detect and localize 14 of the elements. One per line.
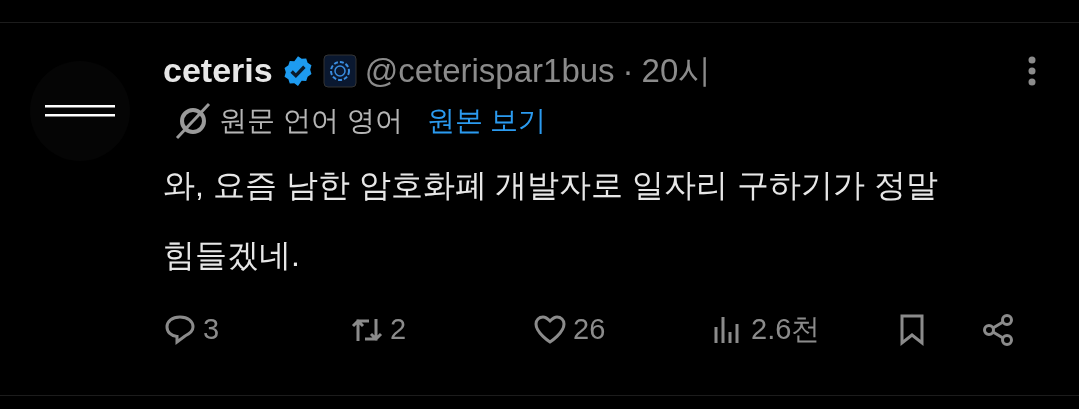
- share-button[interactable]: [981, 312, 1015, 347]
- affiliate-badge-icon: [322, 53, 357, 88]
- post-text: 와, 요즘 남한 암호화폐 개발자로 일자리 구하기가 정말 힘들겠네.: [163, 166, 940, 275]
- views-button[interactable]: 2.6천: [711, 308, 821, 352]
- post-time[interactable]: 20시: [641, 45, 712, 96]
- separator: ·: [622, 50, 634, 91]
- user-handle[interactable]: @ceterispar1bus: [364, 45, 615, 96]
- reply-button[interactable]: 3: [163, 308, 220, 352]
- like-button[interactable]: 26: [533, 308, 606, 352]
- translation-label: 원문 언어 영어: [219, 104, 403, 138]
- show-original-link[interactable]: 원본 보기: [426, 100, 547, 142]
- repost-button[interactable]: 2: [350, 308, 407, 352]
- translate-icon: [175, 102, 211, 140]
- display-name[interactable]: ceteris: [163, 45, 273, 96]
